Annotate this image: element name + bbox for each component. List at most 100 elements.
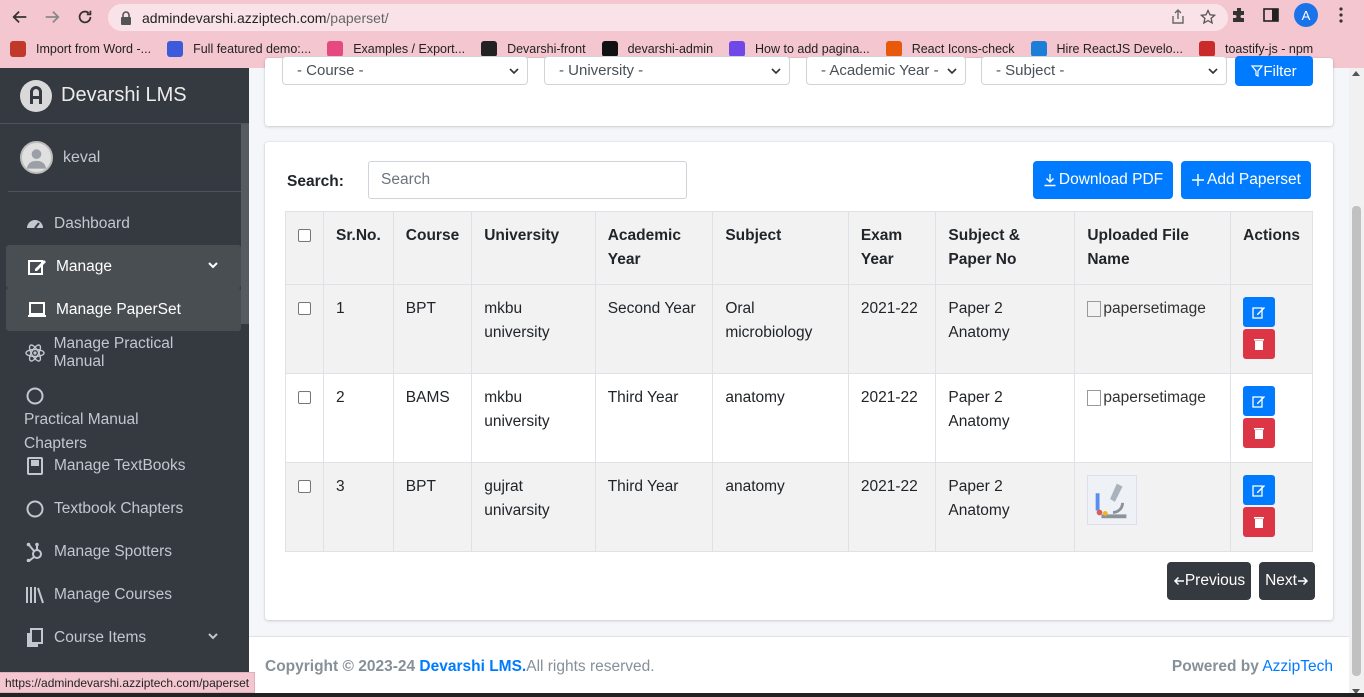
table-row: 2 BAMS mkbu university Third Year anatomy 202… — [285, 373, 1313, 463]
bookmark-item[interactable]: Examples / Export... — [327, 41, 465, 57]
scroll-thumb[interactable] — [1352, 206, 1361, 676]
taskbar-strip — [0, 693, 1364, 697]
extensions-icon[interactable] — [1230, 6, 1248, 24]
cell-actions — [1230, 284, 1313, 374]
arrow-right-icon — [45, 10, 60, 24]
azziptech-link[interactable]: AzzipTech — [1262, 658, 1333, 675]
row-checkbox[interactable] — [298, 302, 311, 315]
edit-icon — [1252, 305, 1266, 319]
cell-subject: Oral microbiology — [712, 284, 849, 374]
delete-button[interactable] — [1243, 329, 1276, 359]
subject-select[interactable]: - Subject - — [981, 56, 1227, 85]
bookmark-item[interactable]: Hire ReactJS Develo... — [1030, 41, 1183, 57]
col-header[interactable]: Course — [392, 211, 473, 285]
bookmark-item[interactable]: React Icons-check — [885, 41, 1015, 57]
edit-button[interactable] — [1243, 475, 1276, 505]
bookmark-item[interactable]: devarshi-admin — [601, 41, 713, 57]
file-alt-text: papersetimage — [1103, 300, 1206, 317]
more-vert-icon[interactable] — [1332, 6, 1350, 24]
trash-icon — [1252, 337, 1266, 351]
sidebar-item-dashboard[interactable]: Dashboard — [0, 202, 241, 245]
row-checkbox[interactable] — [298, 391, 311, 404]
trash-icon — [1252, 426, 1266, 440]
cell-exam-year: 2021-22 — [847, 284, 937, 374]
col-header[interactable]: Uploaded File Name — [1074, 211, 1232, 285]
circle-icon — [24, 499, 46, 519]
col-header[interactable]: Exam Year — [847, 211, 937, 285]
side-panel-icon[interactable] — [1262, 6, 1280, 24]
sidebar-item-manage[interactable]: Manage — [6, 245, 241, 288]
bookmark-label: Examples / Export... — [353, 42, 466, 56]
user-avatar — [20, 141, 53, 174]
bookmark-item[interactable]: Import from Word -... — [10, 41, 151, 57]
bookmark-label: toastify-js - npm — [1224, 42, 1314, 56]
col-header[interactable]: University — [471, 211, 596, 285]
file-alt-text: papersetimage — [1103, 389, 1206, 406]
bookmark-item[interactable]: toastify-js - npm — [1198, 41, 1314, 57]
bookmark-item[interactable]: Devarshi-front — [481, 41, 586, 57]
brand-link[interactable]: Devarshi LMS — [0, 68, 249, 124]
sidebar-item-manage-textbooks[interactable]: Manage TextBooks — [0, 444, 241, 487]
sidebar-item-course-items[interactable]: Course Items — [0, 616, 241, 659]
university-select-value: - University - — [559, 62, 644, 79]
cell-year: Second Year — [594, 284, 714, 374]
col-header[interactable]: Sr.No. — [323, 211, 394, 285]
edit-button[interactable] — [1243, 386, 1276, 416]
sidebar-item-practical-manual-chapters[interactable]: Practical Manual Chapters — [0, 374, 241, 452]
sidebar-item-label: Manage Courses — [54, 585, 173, 603]
university-select[interactable]: - University - — [544, 56, 790, 85]
cell-university: gujrat univarsity — [471, 462, 596, 552]
table-header-row: Sr.No. Course University Academic Year S… — [285, 211, 1313, 285]
col-header[interactable]: Subject — [712, 211, 849, 285]
edit-button[interactable] — [1243, 297, 1276, 327]
col-header[interactable]: Academic Year — [594, 211, 714, 285]
sidebar-scrollbar[interactable] — [241, 124, 249, 324]
forward-button[interactable] — [36, 2, 68, 32]
course-select[interactable]: - Course - — [282, 56, 528, 85]
sidebar-item-textbook-chapters[interactable]: Textbook Chapters — [0, 487, 241, 530]
cell-file — [1074, 462, 1232, 552]
bookmark-label: Full featured demo:... — [193, 42, 312, 56]
next-button[interactable]: Next — [1259, 562, 1315, 600]
sidebar-item-manage-courses[interactable]: Manage Courses — [0, 573, 241, 616]
cell-exam-year: 2021-22 — [847, 462, 937, 552]
sidebar-item-manage-practical-manual[interactable]: Manage Practical Manual — [0, 331, 241, 374]
arrow-left-icon — [1173, 576, 1184, 586]
main-content: - Course - - University - - Academic Yea… — [249, 56, 1349, 697]
bookmark-item[interactable]: Full featured demo:... — [167, 41, 311, 57]
select-all-checkbox[interactable] — [298, 229, 311, 242]
user-panel[interactable]: keval — [8, 124, 241, 192]
scroll-up-icon[interactable] — [1352, 71, 1360, 76]
sidebar-item-label: Manage Practical Manual — [53, 334, 174, 370]
bookmark-item[interactable]: How to add pagina... — [729, 41, 870, 57]
copyright-prefix: Copyright © 2023-24 — [265, 658, 416, 675]
footer-brand-link[interactable]: Devarshi LMS. — [419, 658, 526, 675]
broken-image: papersetimage — [1087, 297, 1218, 321]
previous-button[interactable]: Previous — [1167, 562, 1251, 600]
add-paperset-button[interactable]: Add Paperset — [1181, 161, 1311, 199]
footer: Copyright © 2023-24 Devarshi LMS.All rig… — [249, 636, 1349, 697]
sidebar-item-manage-paperset[interactable]: Manage PaperSet — [6, 288, 241, 331]
chevron-down-icon — [208, 262, 218, 269]
col-header[interactable]: Subject & Paper No — [935, 211, 1076, 285]
sidebar-item-manage-spotters[interactable]: Manage Spotters — [0, 530, 241, 573]
cell-exam-year: 2021-22 — [847, 373, 937, 463]
reload-button[interactable] — [69, 2, 101, 32]
broken-image: papersetimage — [1087, 386, 1218, 410]
delete-button[interactable] — [1243, 418, 1276, 448]
delete-button[interactable] — [1243, 507, 1276, 537]
back-button[interactable] — [4, 2, 36, 32]
plus-icon — [1192, 174, 1205, 186]
funnel-icon — [1251, 65, 1264, 77]
add-paperset-label: Add Paperset — [1207, 171, 1301, 188]
profile-avatar[interactable]: A — [1294, 3, 1318, 27]
cell-paper: Paper 2 Anatomy — [935, 462, 1076, 552]
page-scrollbar[interactable] — [1349, 68, 1364, 697]
reload-icon — [78, 10, 92, 24]
download-pdf-button[interactable]: Download PDF — [1033, 161, 1173, 199]
search-input[interactable]: Search — [368, 161, 687, 199]
academic-year-select[interactable]: - Academic Year - — [806, 56, 966, 85]
filter-button[interactable]: Filter — [1235, 56, 1313, 86]
row-checkbox[interactable] — [298, 480, 311, 493]
chevron-down-icon — [771, 68, 781, 75]
